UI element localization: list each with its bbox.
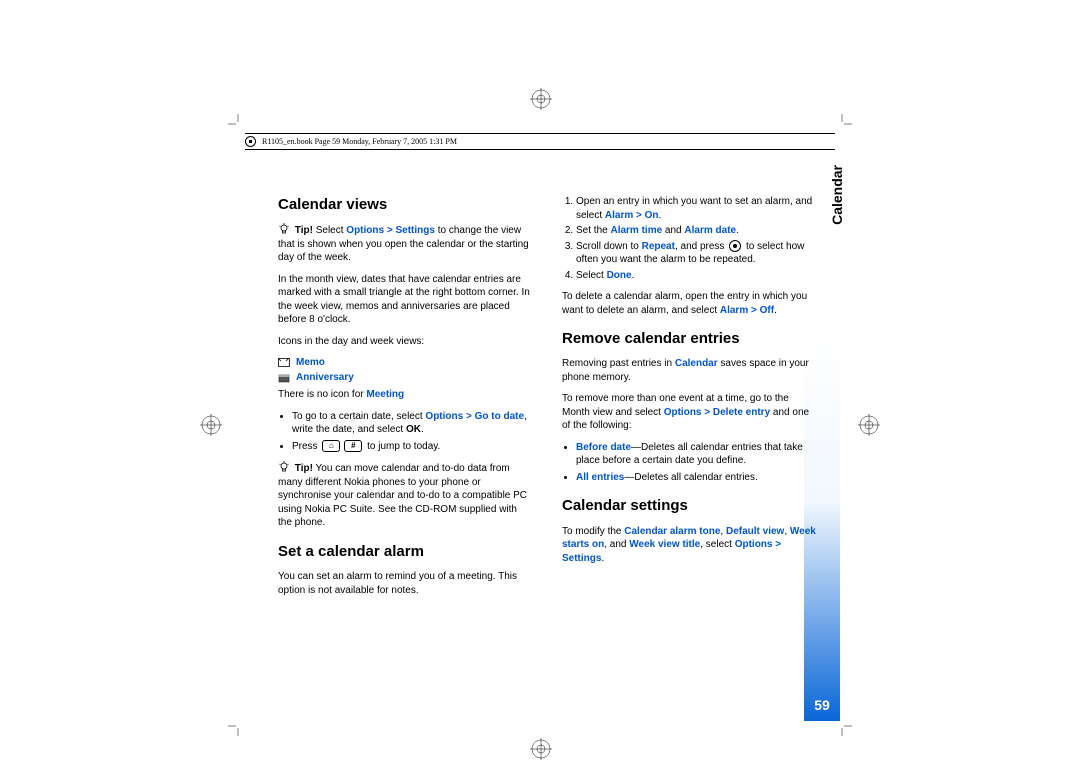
bullet-goto-date: To go to a certain date, select Options …: [292, 410, 532, 437]
step-3: Scroll down to Repeat, and press to sele…: [576, 240, 816, 267]
paragraph-remove-multi: To remove more than one event at a time,…: [562, 392, 816, 433]
memo-icon: [278, 358, 290, 368]
step-4: Select Done.: [576, 269, 816, 283]
heading-calendar-settings: Calendar settings: [562, 496, 816, 516]
bullet-list-delete: Before date—Deletes all calendar entries…: [562, 441, 816, 485]
paragraph-icons-intro: Icons in the day and week views:: [278, 335, 532, 349]
book-spine-icon: [245, 136, 256, 147]
tip-label: Tip!: [295, 225, 313, 236]
column-right: Open an entry in which you want to set a…: [562, 195, 816, 605]
paragraph-set-alarm: You can set an alarm to remind you of a …: [278, 570, 532, 597]
paragraph-no-meeting-icon: There is no icon for Meeting: [278, 388, 532, 402]
section-tab: Calendar: [829, 165, 845, 225]
paragraph-settings: To modify the Calendar alarm tone, Defau…: [562, 525, 816, 566]
registration-mark-right: [858, 414, 880, 436]
heading-remove-entries: Remove calendar entries: [562, 329, 816, 349]
anniversary-icon: [278, 373, 290, 383]
steps-set-alarm: Open an entry in which you want to set a…: [562, 195, 816, 282]
lightbulb-icon: [278, 461, 290, 473]
paragraph-delete-alarm: To delete a calendar alarm, open the ent…: [562, 290, 816, 317]
registration-mark-top: [530, 88, 552, 110]
framemaker-header: R1105_en.book Page 59 Monday, February 7…: [245, 133, 835, 150]
step-1: Open an entry in which you want to set a…: [576, 195, 816, 222]
header-text: R1105_en.book Page 59 Monday, February 7…: [262, 137, 457, 146]
tip-label: Tip!: [295, 463, 313, 474]
paragraph-month-view: In the month view, dates that have calen…: [278, 273, 532, 327]
bullet-before-date: Before date—Deletes all calendar entries…: [576, 441, 816, 468]
registration-mark-left: [200, 414, 222, 436]
registration-mark-bottom: [530, 738, 552, 760]
tip-2: Tip! You can move calendar and to-do dat…: [278, 461, 532, 530]
bullet-all-entries: All entries—Deletes all calendar entries…: [576, 471, 816, 485]
step-2: Set the Alarm time and Alarm date.: [576, 224, 816, 238]
paragraph-remove-space: Removing past entries in Calendar saves …: [562, 357, 816, 384]
key-hash-icon: #: [344, 440, 362, 452]
heading-set-alarm: Set a calendar alarm: [278, 542, 532, 562]
legend-anniv-label: Anniversary: [296, 371, 354, 385]
legend-memo-label: Memo: [296, 356, 325, 370]
crop-mark-tl: [228, 114, 248, 134]
key-voice-icon: ⌂: [322, 440, 340, 452]
heading-calendar-views: Calendar views: [278, 195, 532, 215]
bullet-list-nav: To go to a certain date, select Options …: [278, 410, 532, 454]
legend: Memo Anniversary: [278, 356, 532, 384]
lightbulb-icon: [278, 223, 290, 235]
page-number: 59: [804, 697, 840, 713]
tip-1: Tip! Select Options > Settings to change…: [278, 223, 532, 265]
bullet-jump-today: Press ⌂# to jump to today.: [292, 440, 532, 454]
crop-mark-bl: [228, 716, 248, 736]
crop-mark-tr: [832, 114, 852, 134]
scroll-key-icon: [729, 240, 741, 252]
content-columns: Calendar views Tip! Select Options > Set…: [278, 195, 816, 605]
column-left: Calendar views Tip! Select Options > Set…: [278, 195, 532, 605]
